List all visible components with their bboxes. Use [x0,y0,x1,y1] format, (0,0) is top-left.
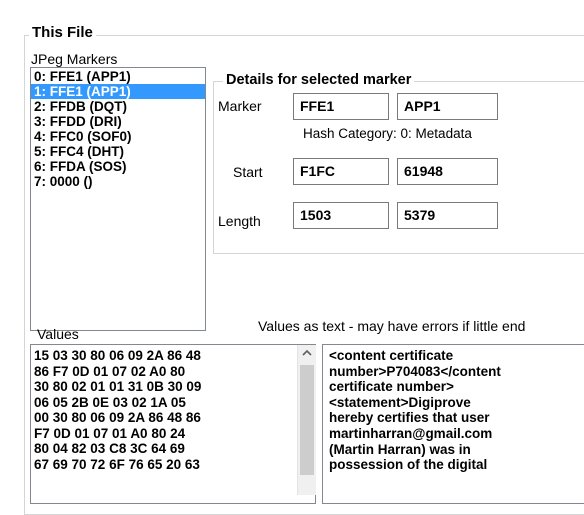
marker-code-field[interactable]: FFE1 [293,93,389,120]
length-label: Length [218,213,261,229]
text-line: <content certificate [329,348,454,363]
chevron-up-icon[interactable] [298,345,316,362]
jpeg-markers-list[interactable]: 0: FFE1 (APP1) 1: FFE1 (APP1) 2: FFDB (DQT… [30,67,206,331]
hex-line: 67 69 70 72 6F 76 65 20 63 [34,456,200,472]
marker-list-item[interactable]: 6: FFDA (SOS) [31,159,205,174]
length-dec-field[interactable]: 1503 [293,202,389,229]
hash-category-label: Hash Category: 0: Metadata [303,126,472,141]
marker-list-item[interactable]: 5: FFC4 (DHT) [31,144,205,159]
marker-list-item[interactable]: 1: FFE1 (APP1) [31,84,205,99]
values-as-text-label: Values as text - may have errors if litt… [258,318,526,334]
length-hex-field[interactable]: 5379 [397,202,498,229]
hex-line: 80 04 82 03 C8 3C 64 69 [34,441,185,456]
marker-list-item[interactable]: 3: FFDD (DRI) [31,114,205,129]
text-line: <statement>Digiprove [329,394,471,410]
jpeg-markers-label: JPeg Markers [31,51,118,67]
marker-list-item[interactable]: 0: FFE1 (APP1) [31,69,205,84]
text-line: (Martin Harran) was in [329,441,471,457]
hex-values-textbox[interactable]: 15 03 30 80 06 09 2A 86 48 86 F7 0D 01 07… [30,344,316,504]
hex-line: 00 30 80 06 09 2A 86 48 86 [34,410,201,425]
start-label: Start [233,164,263,180]
values-label: Values [37,326,79,342]
marker-list-item[interactable]: 7: 0000 () [31,174,205,189]
text-line: number>P704083</content [329,363,501,379]
hex-line: 30 80 02 01 01 31 0B 30 09 [34,379,202,394]
start-dec-field[interactable]: 61948 [397,158,498,185]
text-values-textbox[interactable]: <content certificate number>P704083</cont… [322,344,584,504]
details-title: Details for selected marker [223,72,415,89]
hex-line: 15 03 30 80 06 09 2A 86 48 [34,348,201,363]
text-line: martinharran@gmail.com [329,425,493,441]
text-line: possession of the digital [329,457,488,473]
marker-name-field[interactable]: APP1 [397,93,498,120]
hex-line: F7 0D 01 07 01 A0 80 24 [34,425,186,441]
scroll-thumb[interactable] [300,365,314,475]
marker-label: Marker [218,98,262,114]
start-hex-field[interactable]: F1FC [293,158,389,185]
this-file-title: This File [29,24,96,41]
marker-list-item[interactable]: 2: FFDB (DQT) [31,99,205,114]
hex-line: 06 05 2B 0E 03 02 1A 05 [34,394,186,410]
text-line: certificate number> [329,379,454,395]
text-line: hereby certifies that user [329,410,490,426]
marker-list-item[interactable]: 4: FFC0 (SOF0) [31,129,205,144]
hex-values-scrollbar[interactable] [297,345,316,495]
hex-line: 86 F7 0D 01 07 02 A0 80 [34,363,186,379]
